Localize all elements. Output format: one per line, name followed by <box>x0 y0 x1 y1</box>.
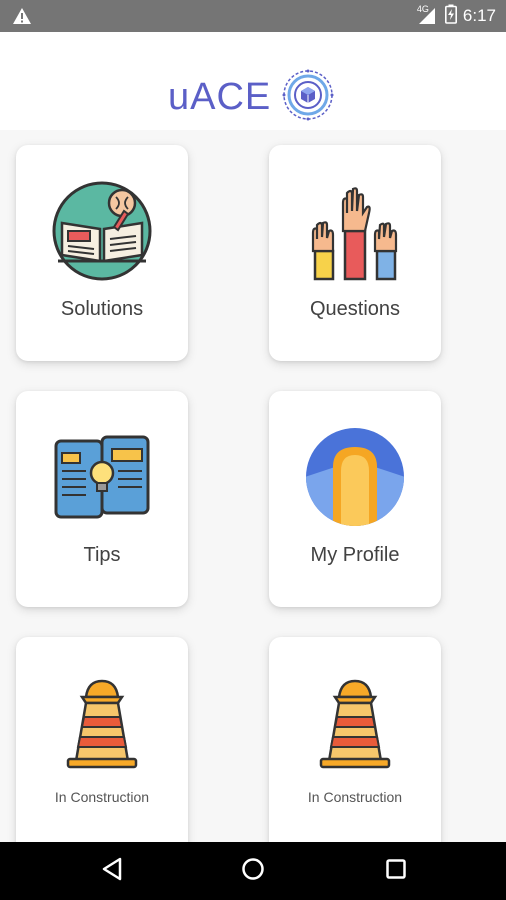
battery-icon <box>444 4 457 29</box>
home-circle-icon <box>241 857 265 886</box>
in-construction-card-1[interactable]: In Construction <box>16 637 188 842</box>
clock: 6:17 <box>462 6 496 25</box>
recents-button[interactable] <box>366 842 426 900</box>
signal-icon: 4G <box>416 4 439 26</box>
back-button[interactable] <box>82 842 142 900</box>
status-bar: 4G 6:17 <box>0 0 506 32</box>
open-book-brain-icon <box>52 181 152 281</box>
network-type: 4G <box>416 4 429 14</box>
home-button[interactable] <box>223 842 283 900</box>
in-construction-label-1: In Construction <box>54 789 150 805</box>
tips-card[interactable]: Tips <box>16 391 188 607</box>
in-construction-label-2: In Construction <box>307 789 403 805</box>
user-avatar-icon <box>305 427 405 527</box>
in-construction-card-2[interactable]: In Construction <box>269 637 441 842</box>
tips-label: Tips <box>83 544 121 566</box>
raised-hands-icon <box>305 181 405 281</box>
my-profile-card[interactable]: My Profile <box>269 391 441 607</box>
app-logo: uACE <box>168 68 335 127</box>
app-header: uACE <box>0 32 506 130</box>
logo-cube-icon <box>281 68 335 127</box>
construction-cone-icon <box>305 673 405 773</box>
recents-square-icon <box>385 858 407 885</box>
logo-text: uACE <box>168 76 272 118</box>
warning-icon <box>12 7 32 30</box>
tip-phones-lightbulb-icon <box>52 427 152 527</box>
back-triangle-icon <box>101 857 123 886</box>
questions-card[interactable]: Questions <box>269 145 441 361</box>
navigation-bar <box>0 842 506 900</box>
solutions-card[interactable]: Solutions <box>16 145 188 361</box>
menu-grid: Solutions Questions Tips My Profile In C… <box>0 130 506 842</box>
questions-label: Questions <box>309 298 401 320</box>
construction-cone-icon <box>52 673 152 773</box>
my-profile-label: My Profile <box>310 544 400 566</box>
solutions-label: Solutions <box>60 298 144 320</box>
